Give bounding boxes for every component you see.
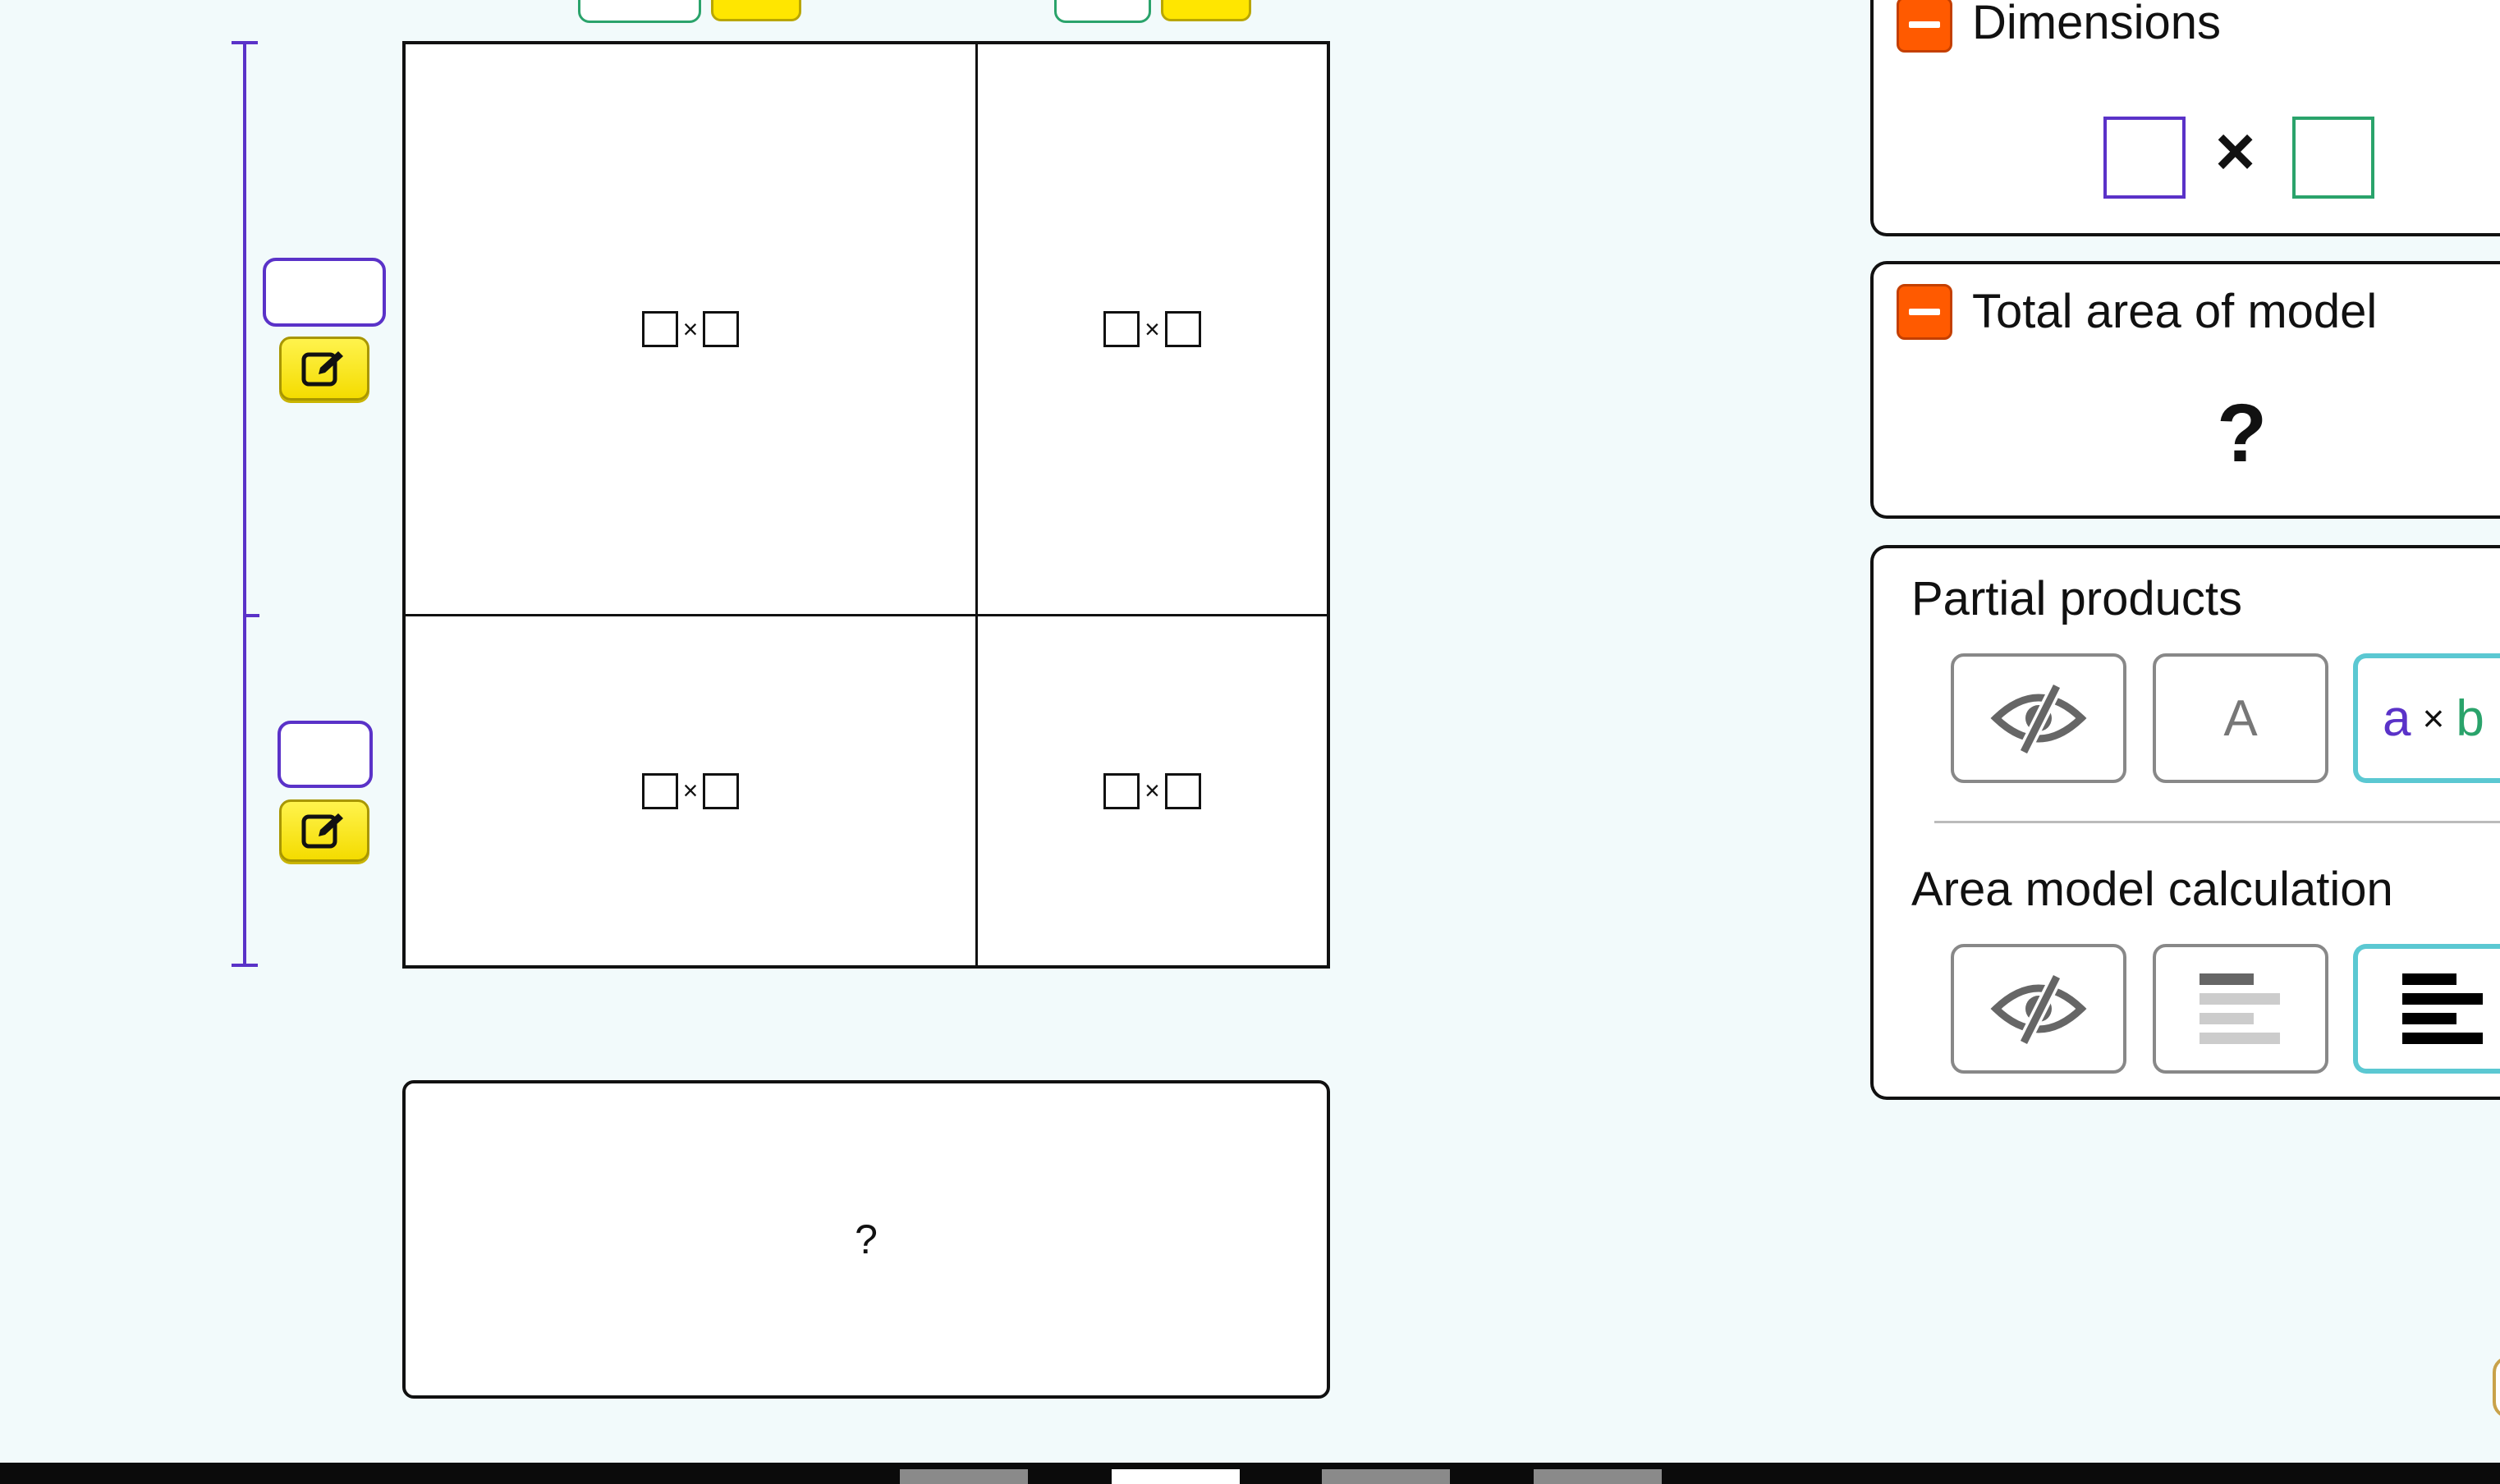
calculation-faded-button[interactable] <box>2153 944 2328 1074</box>
height-input-1[interactable] <box>263 258 386 327</box>
page-thumbnail-2[interactable] <box>1112 1469 1240 1484</box>
partial-products-title: Partial products <box>1911 572 2242 625</box>
factor-box <box>1164 311 1201 347</box>
total-area-title: Total area of model <box>1972 285 2378 338</box>
total-area-value: ? <box>2217 387 2268 479</box>
calculation-full-button[interactable] <box>2353 944 2500 1074</box>
factor-box <box>641 772 678 809</box>
partial-product-cell: × <box>406 616 975 965</box>
height-bracket-tick-mid <box>243 614 259 617</box>
dimensions-collapse-button[interactable] <box>1897 0 1952 53</box>
partial-product-cell: × <box>978 616 1327 965</box>
partial-product-cell: × <box>978 44 1327 614</box>
height-bracket <box>243 43 246 967</box>
times-sign: × <box>682 314 699 344</box>
bold-lines-icon <box>2402 973 2483 1044</box>
total-area-placeholder: ? <box>855 1216 878 1262</box>
times-sign: × <box>1144 314 1160 344</box>
calculation-hide-button[interactable] <box>1951 944 2126 1074</box>
partial-product-cell: × <box>406 44 975 614</box>
pencil-edit-icon <box>301 351 343 387</box>
height-edit-button-1[interactable] <box>279 337 369 401</box>
width-edit-button-1[interactable] <box>711 0 801 21</box>
total-area-collapse-button[interactable] <box>1897 284 1952 340</box>
width-input-2[interactable] <box>1054 0 1151 23</box>
bottom-bar <box>0 1463 2500 1484</box>
eye-slash-icon <box>1990 973 2087 1046</box>
factor-box <box>703 311 740 347</box>
factor-box <box>641 311 678 347</box>
height-bracket-tick-bottom <box>232 964 258 967</box>
total-area-box: ? <box>402 1080 1330 1399</box>
height-input-2[interactable] <box>278 721 373 788</box>
pencil-edit-icon <box>301 813 343 849</box>
partial-products-hide-button[interactable] <box>1951 653 2126 783</box>
expression-b: b <box>2456 689 2484 747</box>
minus-icon <box>1909 21 1940 28</box>
factor-box <box>1103 311 1140 347</box>
options-divider <box>1934 821 2500 823</box>
expression-times: × <box>2422 697 2445 740</box>
factor-box <box>1164 772 1201 809</box>
page-thumbnail-4[interactable] <box>1534 1469 1662 1484</box>
dimensions-times-sign: × <box>2215 112 2256 190</box>
page-thumbnail-3[interactable] <box>1322 1469 1450 1484</box>
dimensions-title: Dimensions <box>1972 0 2221 49</box>
calculation-title: Area model calculation <box>1911 863 2393 916</box>
times-sign: × <box>682 776 699 805</box>
partial-products-expression-button[interactable]: a × b <box>2353 653 2500 783</box>
height-edit-button-2[interactable] <box>279 799 369 862</box>
faded-lines-icon <box>2200 973 2280 1044</box>
page-thumbnail-1[interactable] <box>900 1469 1028 1484</box>
minus-icon <box>1909 309 1940 315</box>
factor-box <box>1103 772 1140 809</box>
height-bracket-tick-top <box>232 41 258 44</box>
letter-label: A <box>2223 689 2258 747</box>
width-edit-button-2[interactable] <box>1161 0 1251 21</box>
times-sign: × <box>1144 776 1160 805</box>
factor-box <box>703 772 740 809</box>
width-input-1[interactable] <box>578 0 701 23</box>
edge-widget[interactable] <box>2493 1356 2500 1418</box>
dimension-width-box <box>2292 117 2374 199</box>
eye-slash-icon <box>1990 683 2087 755</box>
expression-a: a <box>2383 689 2411 747</box>
partial-products-letter-button[interactable]: A <box>2153 653 2328 783</box>
dimension-height-box <box>2103 117 2186 199</box>
